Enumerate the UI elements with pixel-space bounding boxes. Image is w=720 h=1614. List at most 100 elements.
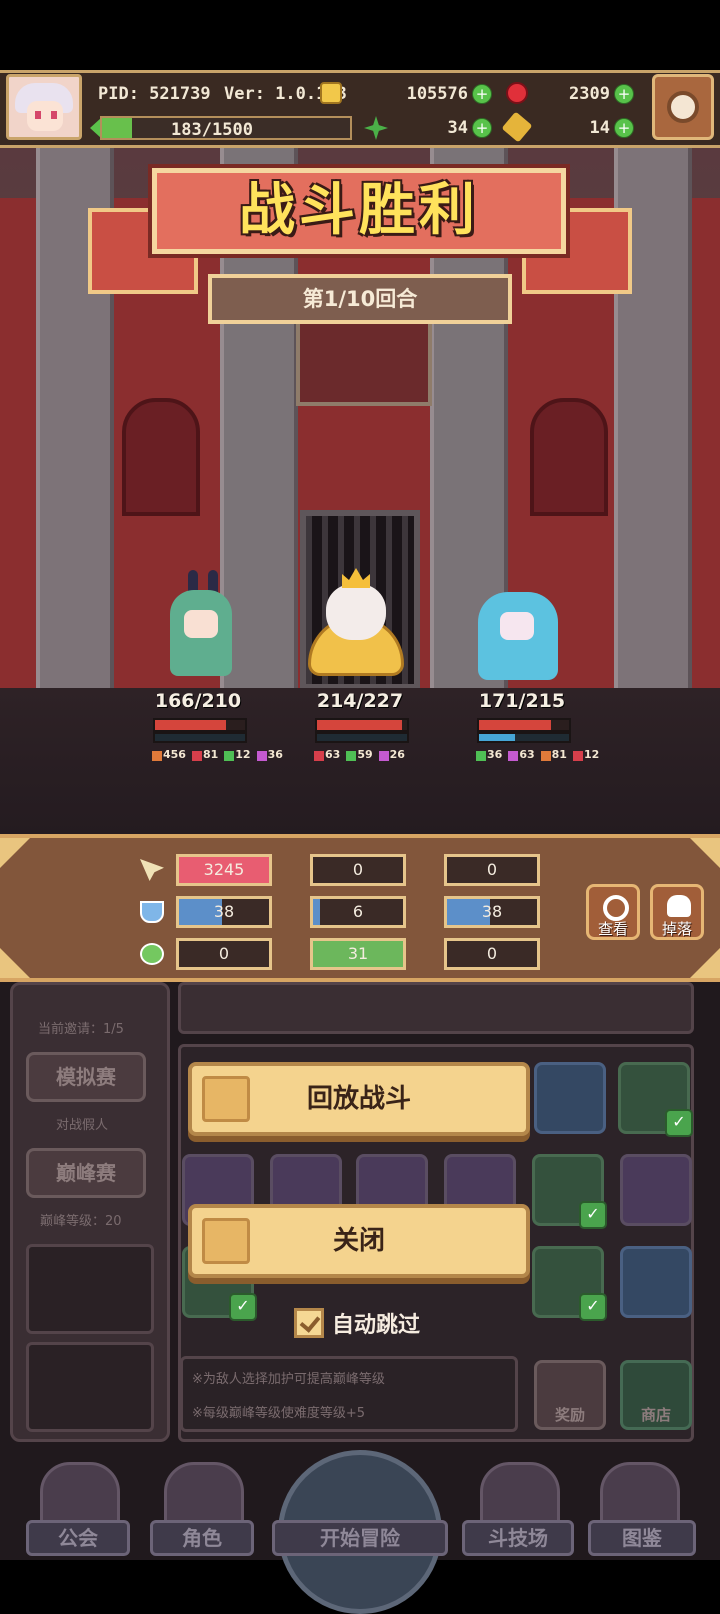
blessing-infinity-tile[interactable] <box>620 1246 692 1318</box>
buff-item: 12 <box>224 748 251 761</box>
buff-value: 63 <box>519 748 535 761</box>
buff-icon <box>572 751 583 761</box>
reward-button[interactable]: 奖励 <box>534 1360 606 1430</box>
damage-icon <box>140 859 164 881</box>
hero-hp-text: 214/227 <box>316 690 404 712</box>
peak-level-label: 巅峰等级：20 <box>40 1214 122 1229</box>
buff-item: 63 <box>508 748 535 761</box>
hero-ice-girl[interactable] <box>474 570 558 680</box>
buff-icon <box>346 751 357 761</box>
replay-battle-button[interactable]: 回放战斗 <box>188 1062 530 1136</box>
shop-button[interactable]: 商店 <box>620 1360 692 1430</box>
hero-mp-bar <box>153 732 247 743</box>
gold-coin-icon <box>320 82 342 104</box>
player-avatar[interactable] <box>6 74 82 140</box>
hero-bunny-girl[interactable] <box>160 570 240 680</box>
arena-icon <box>480 1462 560 1526</box>
heal-cell-1: 0 <box>176 938 272 970</box>
nav-arena[interactable]: 斗技场 <box>462 1520 574 1556</box>
buff-value: 81 <box>551 748 567 761</box>
nav-adventure[interactable]: 开始冒险 <box>272 1520 448 1556</box>
clover-amount: 34 <box>447 118 468 138</box>
add-hammer-button[interactable]: + <box>614 118 634 138</box>
buff-value: 12 <box>235 748 251 761</box>
blessing-paw-tile[interactable] <box>534 1062 606 1134</box>
close-icon <box>202 1218 250 1264</box>
hero-hp-text: 171/215 <box>478 690 566 712</box>
heal-cell-2: 31 <box>310 938 406 970</box>
blessing-pick-tile[interactable]: ✓ <box>532 1246 607 1321</box>
add-gold-button[interactable]: + <box>472 84 492 104</box>
skull-icon <box>667 895 691 917</box>
empty-slot <box>26 1244 154 1334</box>
blessing-gear-tile[interactable]: ✓ <box>532 1154 607 1229</box>
buff-item: 456 <box>152 748 186 761</box>
hero-hp-bar <box>315 718 409 732</box>
battle-stats-panel: 3245 0 0 38 6 38 0 31 0 查看 掉落 <box>0 834 720 982</box>
hero-buff-list: 456 81 12 36 <box>152 748 283 761</box>
buff-item: 12 <box>572 748 599 761</box>
buff-value: 36 <box>487 748 503 761</box>
drops-button[interactable]: 掉落 <box>650 884 704 940</box>
guild-icon <box>40 1462 120 1526</box>
round-counter: 第1/10回合 <box>208 274 512 324</box>
buff-item: 36 <box>476 748 502 761</box>
invite-count: 当前邀请：1/5 <box>38 1022 124 1037</box>
victory-banner: 战斗胜利 <box>152 168 566 254</box>
buff-item: 36 <box>256 748 283 761</box>
auto-skip-toggle[interactable]: 自动跳过 <box>294 1306 420 1340</box>
shield-cell-3: 38 <box>444 896 540 928</box>
blessing-skull-tile[interactable] <box>620 1154 692 1226</box>
close-button[interactable]: 关闭 <box>188 1204 530 1278</box>
buff-value: 456 <box>163 748 186 761</box>
nav-guild[interactable]: 公会 <box>26 1520 130 1556</box>
buff-icon <box>540 751 551 761</box>
buff-item: 81 <box>191 748 219 761</box>
buff-value: 59 <box>357 748 373 761</box>
peak-match-button[interactable]: 巅峰赛 <box>26 1148 146 1198</box>
buff-value: 26 <box>389 748 405 761</box>
settings-gear-icon[interactable] <box>652 74 714 140</box>
add-gem-button[interactable]: + <box>614 84 634 104</box>
hero-hp-bar <box>477 718 571 732</box>
hint-line-1: ※为敌人选择加护可提高巅峰等级 <box>192 1372 385 1387</box>
buff-icon <box>314 751 324 761</box>
status-bar <box>0 0 720 70</box>
codex-icon <box>600 1462 680 1526</box>
buff-icon <box>256 751 267 761</box>
empty-slot <box>26 1342 154 1432</box>
buff-icon <box>152 751 162 761</box>
gem-amount: 2309 <box>569 84 610 104</box>
red-gem-icon <box>506 82 528 104</box>
damage-cell-3: 0 <box>444 854 540 886</box>
exp-text: 183/1500 <box>171 120 253 140</box>
damage-cell-1: 3245 <box>176 854 272 886</box>
heal-cell-3: 0 <box>444 938 540 970</box>
view-details-button[interactable]: 查看 <box>586 884 640 940</box>
buff-item: 63 <box>314 748 340 761</box>
hero-buff-list: 36 63 81 12 <box>476 748 599 761</box>
add-clover-button[interactable]: + <box>472 118 492 138</box>
gold-amount: 105576 <box>406 84 468 104</box>
vs-fake-label: 对战假人 <box>56 1118 109 1133</box>
buff-value: 36 <box>267 748 283 761</box>
buff-item: 26 <box>378 748 405 761</box>
shield-cell-2: 6 <box>310 896 406 928</box>
buff-value: 63 <box>325 748 341 761</box>
blessing-hand-tile[interactable]: ✓ <box>618 1062 693 1137</box>
nav-codex[interactable]: 图鉴 <box>588 1520 696 1556</box>
nav-role[interactable]: 角色 <box>150 1520 254 1556</box>
shield-icon <box>140 901 164 923</box>
player-id: PID: 521739 <box>98 84 211 104</box>
hero-shell-princess[interactable] <box>308 566 404 676</box>
hero-buff-list: 63 59 26 <box>314 748 405 761</box>
buff-value: 81 <box>202 748 219 761</box>
hero-mp-bar <box>477 732 571 743</box>
auto-skip-checkbox[interactable] <box>294 1308 324 1338</box>
buff-icon <box>476 751 486 761</box>
hero-hp-bar <box>153 718 247 732</box>
buff-item: 81 <box>540 748 567 761</box>
mock-match-button[interactable]: 模拟赛 <box>26 1052 146 1102</box>
heal-icon <box>140 943 164 965</box>
shield-cell-1: 38 <box>176 896 272 928</box>
